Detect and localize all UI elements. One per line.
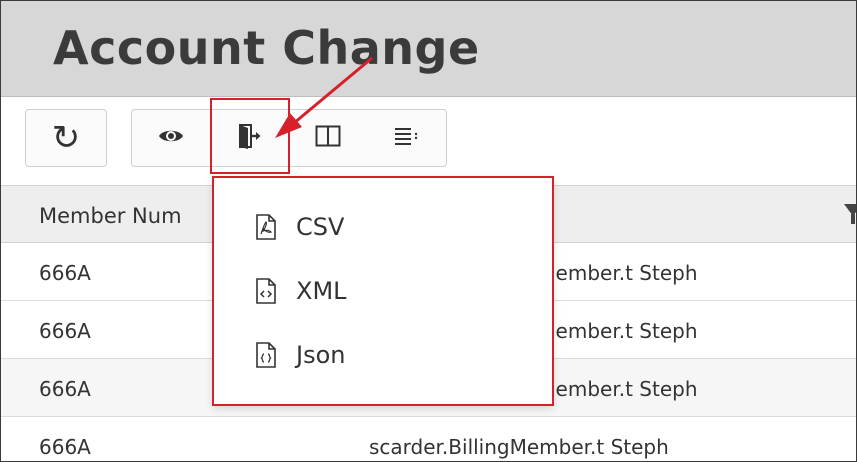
xml-file-icon <box>254 277 278 305</box>
eye-icon <box>158 127 184 150</box>
export-menu-item-label: CSV <box>296 213 345 241</box>
view-button[interactable] <box>131 109 211 167</box>
member-num-cell: 666A <box>39 319 91 343</box>
list-options-icon <box>394 126 419 151</box>
column-header-member-num[interactable]: Member Num <box>39 204 182 228</box>
name-cell: scarder.BillingMember.t Steph <box>369 435 669 459</box>
name-cell: lember.t Steph <box>550 319 698 343</box>
export-menu-item-xml[interactable]: XML <box>254 269 347 313</box>
json-file-icon <box>254 341 278 369</box>
member-num-cell: 666A <box>39 261 91 285</box>
member-num-cell: 666A <box>39 435 91 459</box>
toolbar: ↻ <box>1 97 856 185</box>
app-window: Account Change ↻ Member Num 666A lember.… <box>0 0 857 462</box>
export-menu-item-csv[interactable]: CSV <box>254 205 344 249</box>
export-menu-item-label: XML <box>296 277 347 305</box>
refresh-button[interactable]: ↻ <box>25 109 107 167</box>
columns-icon <box>315 125 341 152</box>
name-cell: lember.t Steph <box>550 261 698 285</box>
page-title: Account Change <box>53 21 480 75</box>
export-menu-item-json[interactable]: Json <box>254 333 345 377</box>
table-row[interactable]: 666A scarder.BillingMember.t Steph <box>1 417 856 461</box>
page-header: Account Change <box>1 1 856 97</box>
export-highlight-box <box>210 98 290 174</box>
filter-icon[interactable] <box>844 204 856 224</box>
pdf-file-icon <box>254 213 278 241</box>
columns-button[interactable] <box>289 109 368 167</box>
list-options-button[interactable] <box>367 109 447 167</box>
export-menu-item-label: Json <box>296 341 346 369</box>
export-menu: CSV XML Json <box>212 176 554 406</box>
member-num-cell: 666A <box>39 377 91 401</box>
name-cell: lember.t Steph <box>550 377 698 401</box>
refresh-icon: ↻ <box>51 118 81 158</box>
